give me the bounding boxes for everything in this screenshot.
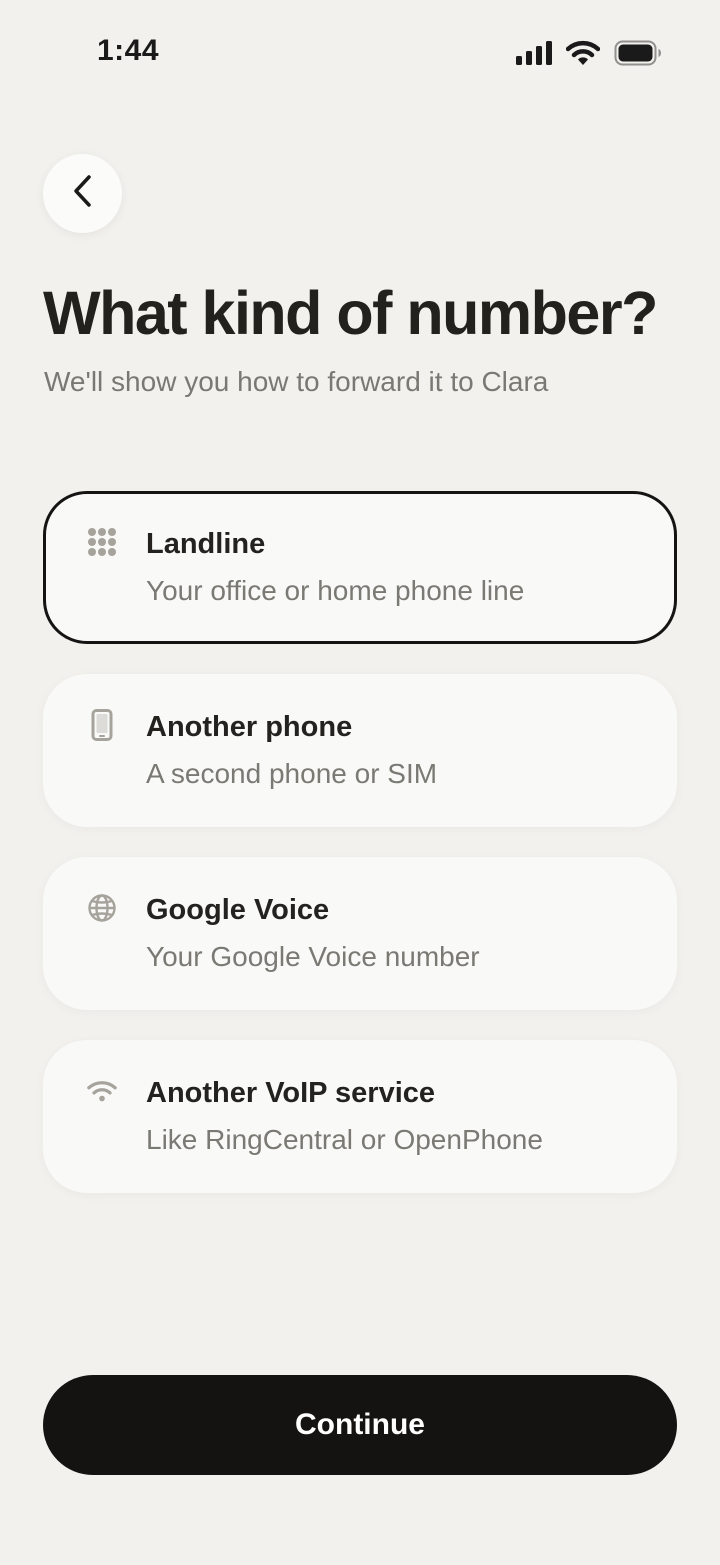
option-title: Landline bbox=[146, 528, 266, 560]
option-voip-service[interactable]: Another VoIP service Like RingCentral or… bbox=[43, 1040, 677, 1193]
page-title: What kind of number? bbox=[43, 279, 658, 347]
status-time: 1:44 bbox=[97, 34, 160, 67]
status-bar: 1:44 bbox=[0, 0, 720, 110]
back-button[interactable] bbox=[43, 154, 122, 233]
battery-icon bbox=[614, 40, 662, 71]
option-landline[interactable]: Landline Your office or home phone line bbox=[43, 491, 677, 644]
cellular-signal-icon bbox=[516, 41, 552, 70]
option-description: Your office or home phone line bbox=[146, 575, 525, 606]
wifi-icon bbox=[87, 1076, 117, 1106]
option-description: A second phone or SIM bbox=[146, 758, 438, 789]
option-another-phone[interactable]: Another phone A second phone or SIM bbox=[43, 674, 677, 827]
wifi-icon bbox=[565, 40, 601, 71]
option-title: Google Voice bbox=[146, 894, 330, 926]
status-icons bbox=[516, 40, 662, 71]
option-title: Another phone bbox=[146, 711, 353, 743]
option-description: Your Google Voice number bbox=[146, 941, 480, 972]
chevron-left-icon bbox=[71, 174, 95, 213]
option-title: Another VoIP service bbox=[146, 1077, 436, 1109]
number-type-options: Landline Your office or home phone line … bbox=[43, 491, 677, 1223]
continue-button[interactable]: Continue bbox=[43, 1375, 677, 1475]
page-subtitle: We'll show you how to forward it to Clar… bbox=[44, 366, 549, 397]
option-google-voice[interactable]: Google Voice Your Google Voice number bbox=[43, 857, 677, 1010]
option-description: Like RingCentral or OpenPhone bbox=[146, 1124, 543, 1155]
mobile-phone-icon bbox=[87, 709, 117, 741]
globe-icon bbox=[87, 893, 117, 923]
keypad-icon bbox=[87, 527, 117, 557]
